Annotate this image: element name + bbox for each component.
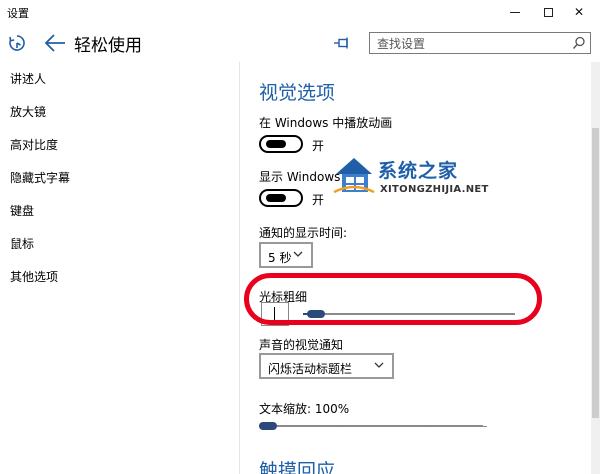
slider-tick [457, 426, 465, 427]
notification-time-dropdown[interactable]: 5 秒 [259, 242, 313, 268]
slider-tick [369, 426, 377, 427]
search-box[interactable] [369, 32, 591, 54]
background-toggle-state: 开 [312, 193, 325, 207]
window-title: 设置 [7, 7, 29, 20]
chevron-down-icon [374, 362, 384, 368]
slider-tick [479, 426, 487, 427]
animations-toggle[interactable] [259, 135, 303, 153]
visual-notification-value: 闪烁活动标题栏 [268, 362, 353, 376]
slider-thumb[interactable] [306, 310, 325, 318]
sidebar-item-narrator[interactable]: 讲述人 [10, 70, 46, 87]
search-icon[interactable] [572, 36, 586, 50]
ease-of-access-icon [9, 35, 25, 51]
sidebar-item-keyboard[interactable]: 键盘 [10, 202, 34, 219]
next-section-title: 触摸回应 [259, 460, 336, 474]
chevron-down-icon [293, 251, 303, 257]
slider-tick [281, 426, 289, 427]
page-title: 轻松使用 [74, 36, 142, 56]
visual-notification-label: 声音的视觉通知 [259, 338, 344, 352]
slider-tick [446, 426, 454, 427]
animations-label: 在 Windows 中播放动画 [259, 116, 393, 130]
slider-tick [347, 426, 355, 427]
sidebar-item-high-contrast[interactable]: 高对比度 [10, 136, 58, 153]
slider-tick [336, 426, 344, 427]
text-cursor-icon [274, 307, 275, 321]
slider-tick [435, 426, 443, 427]
cursor-preview [261, 302, 289, 326]
slider-tick [358, 426, 366, 427]
page-header: 轻松使用 [0, 24, 600, 62]
slider-tick [314, 426, 322, 427]
search-input[interactable] [370, 34, 560, 54]
sidebar: 讲述人 放大镜 高对比度 隐藏式字幕 键盘 鼠标 其他选项 [0, 62, 240, 474]
slider-tick [380, 426, 388, 427]
sidebar-item-mouse[interactable]: 鼠标 [10, 235, 34, 252]
slider-tick [325, 426, 333, 427]
slider-tick [468, 426, 476, 427]
title-bar: 设置 ✕ [0, 0, 600, 24]
minimize-icon [510, 11, 520, 13]
notification-time-label: 通知的显示时间: [259, 226, 348, 240]
close-icon: ✕ [573, 5, 585, 19]
toggle-knob [266, 140, 286, 148]
scrollbar[interactable] [591, 62, 600, 474]
slider-tick [391, 426, 399, 427]
background-toggle[interactable] [259, 189, 303, 207]
background-label: 显示 Windows 背景 [259, 170, 369, 184]
toggle-knob [266, 194, 286, 202]
back-arrow-icon[interactable] [44, 33, 66, 53]
close-button[interactable]: ✕ [558, 0, 600, 24]
scrollbar-thumb[interactable] [592, 128, 599, 418]
pin-icon[interactable] [333, 36, 351, 50]
slider-tick [303, 426, 311, 427]
animations-toggle-state: 开 [312, 139, 325, 153]
sidebar-item-other-options[interactable]: 其他选项 [10, 268, 58, 285]
text-scaling-label: 文本缩放: 100% [259, 402, 350, 416]
slider-tick [292, 426, 300, 427]
slider-ticks [259, 426, 487, 428]
notification-time-value: 5 秒 [268, 251, 292, 265]
slider-tick [413, 426, 421, 427]
slider-track [303, 313, 515, 315]
visual-notification-dropdown[interactable]: 闪烁活动标题栏 [259, 353, 394, 379]
maximize-icon [543, 7, 553, 17]
sidebar-item-closed-captions[interactable]: 隐藏式字幕 [10, 169, 70, 186]
sidebar-item-magnifier[interactable]: 放大镜 [10, 103, 46, 120]
slider-tick [424, 426, 432, 427]
slider-tick [402, 426, 410, 427]
section-title: 视觉选项 [259, 82, 336, 104]
main-content: 视觉选项 在 Windows 中播放动画 开 显示 Windows 背景 开 通… [241, 62, 600, 474]
cursor-thickness-slider[interactable] [303, 308, 515, 320]
